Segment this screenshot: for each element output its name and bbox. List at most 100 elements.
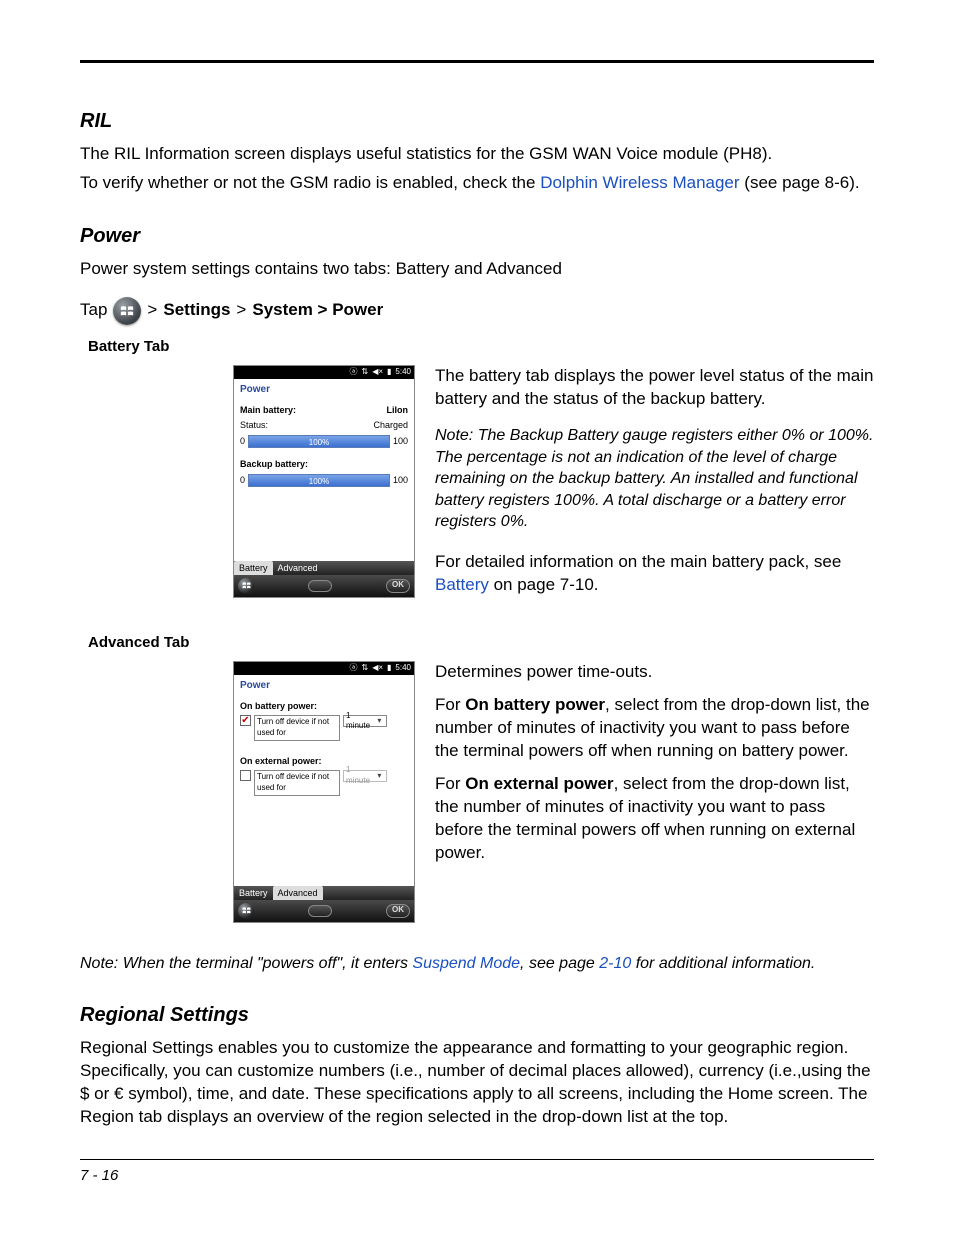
- text: For detailed information on the main bat…: [435, 552, 841, 571]
- advanced-desc-1: Determines power time-outs.: [435, 661, 874, 684]
- battery-desc-1: The battery tab displays the power level…: [435, 365, 874, 411]
- main-battery-progress: 0 100% 100: [240, 435, 408, 448]
- page-footer: 7 - 16: [80, 1159, 874, 1186]
- section-regional: Regional Settings Regional Settings enab…: [80, 1002, 874, 1129]
- checkbox-on-external[interactable]: [240, 770, 251, 781]
- note-body: The Backup Battery gauge registers eithe…: [435, 427, 873, 530]
- device-title: Power: [234, 675, 414, 697]
- text: on page 7-10.: [489, 575, 599, 594]
- keyboard-button[interactable]: [308, 580, 332, 592]
- power-intro: Power system settings contains two tabs:…: [80, 258, 874, 281]
- heading-regional: Regional Settings: [80, 1002, 874, 1029]
- select-value: 1 minute: [346, 711, 375, 733]
- sync-icon: ⇅: [361, 663, 368, 674]
- tab-advanced[interactable]: Advanced: [273, 886, 323, 900]
- select-on-external-timeout[interactable]: 1 minute▾: [343, 770, 387, 782]
- text-bold: On external power: [465, 774, 613, 793]
- device-tabs: Battery Advanced: [234, 561, 414, 575]
- start-button[interactable]: [238, 578, 254, 594]
- battery-icon: ▮: [387, 367, 391, 378]
- battery-note: Note: The Backup Battery gauge registers…: [435, 425, 874, 533]
- volume-mute-icon: ◀×: [372, 367, 383, 378]
- note-prefix: Note:: [80, 955, 118, 972]
- nav-tap: Tap: [80, 299, 107, 322]
- on-battery-label: On battery power:: [240, 700, 408, 712]
- row-advanced-tab: ⓐ ⇅ ◀× ▮ 5:40 Power On battery power: ✔ …: [80, 661, 874, 923]
- keyboard-indicator-icon: ⓐ: [349, 367, 357, 378]
- subhead-battery-tab: Battery Tab: [88, 337, 874, 357]
- keyboard-indicator-icon: ⓐ: [349, 663, 357, 674]
- section-ril: RIL The RIL Information screen displays …: [80, 108, 874, 195]
- status-value: Charged: [373, 419, 408, 431]
- status-time: 5:40: [395, 367, 411, 378]
- text-bold: On battery power: [465, 695, 605, 714]
- nav-gt1: >: [147, 299, 157, 322]
- text: To verify whether or not the GSM radio i…: [80, 173, 540, 192]
- progress-bar: 100%: [248, 435, 390, 448]
- backup-battery-label: Backup battery:: [240, 458, 408, 470]
- on-external-label: On external power:: [240, 755, 408, 767]
- ok-button[interactable]: OK: [386, 579, 410, 593]
- subhead-advanced-tab: Advanced Tab: [88, 633, 874, 653]
- battery-desc-2: For detailed information on the main bat…: [435, 551, 874, 597]
- main-battery-type: LiIon: [387, 404, 409, 416]
- screenshot-battery-tab: ⓐ ⇅ ◀× ▮ 5:40 Power Main battery: LiIon …: [233, 365, 415, 598]
- device-status-bar: ⓐ ⇅ ◀× ▮ 5:40: [234, 366, 414, 379]
- regional-body: Regional Settings enables you to customi…: [80, 1037, 874, 1129]
- chevron-down-icon: ▾: [375, 716, 384, 727]
- windows-start-icon: [113, 297, 141, 325]
- text: (see page 8-6).: [740, 173, 860, 192]
- progress-hundred: 100: [393, 474, 408, 486]
- progress-zero: 0: [240, 474, 245, 486]
- device-tabs: Battery Advanced: [234, 886, 414, 900]
- nav-path: Tap > Settings > System > Power: [80, 297, 874, 325]
- checkbox-label: Turn off device if not used for: [254, 715, 340, 741]
- suspend-note: Note: When the terminal "powers off", it…: [80, 953, 874, 975]
- section-power: Power Power system settings contains two…: [80, 223, 874, 975]
- device-title: Power: [234, 379, 414, 401]
- row-battery-tab: ⓐ ⇅ ◀× ▮ 5:40 Power Main battery: LiIon …: [80, 365, 874, 603]
- ril-paragraph-1: The RIL Information screen displays usef…: [80, 143, 874, 166]
- text: For: [435, 695, 465, 714]
- tab-battery[interactable]: Battery: [234, 886, 273, 900]
- nav-system-power: System > Power: [252, 299, 383, 322]
- status-time: 5:40: [395, 663, 411, 674]
- select-value: 1 minute: [346, 765, 375, 787]
- volume-mute-icon: ◀×: [372, 663, 383, 674]
- text: , see page: [520, 955, 599, 972]
- note-prefix: Note:: [435, 427, 473, 444]
- sync-icon: ⇅: [361, 367, 368, 378]
- link-suspend-mode[interactable]: Suspend Mode: [412, 955, 520, 972]
- ok-button[interactable]: OK: [386, 904, 410, 918]
- main-battery-label: Main battery:: [240, 404, 296, 416]
- battery-icon: ▮: [387, 663, 391, 674]
- nav-gt2: >: [236, 299, 246, 322]
- text: for additional information.: [631, 955, 815, 972]
- heading-power: Power: [80, 223, 874, 250]
- select-on-battery-timeout[interactable]: 1 minute▾: [343, 715, 387, 727]
- backup-battery-progress: 0 100% 100: [240, 474, 408, 487]
- device-bottom-bar: OK: [234, 575, 414, 597]
- link-battery[interactable]: Battery: [435, 575, 489, 594]
- advanced-desc-2: For On battery power, select from the dr…: [435, 694, 874, 763]
- screenshot-advanced-tab: ⓐ ⇅ ◀× ▮ 5:40 Power On battery power: ✔ …: [233, 661, 415, 923]
- chevron-down-icon: ▾: [375, 771, 384, 782]
- tab-advanced[interactable]: Advanced: [273, 561, 323, 575]
- link-dolphin-wireless-manager[interactable]: Dolphin Wireless Manager: [540, 173, 739, 192]
- checkbox-on-battery[interactable]: ✔: [240, 715, 251, 726]
- heading-ril: RIL: [80, 108, 874, 135]
- nav-settings: Settings: [163, 299, 230, 322]
- device-bottom-bar: OK: [234, 900, 414, 922]
- keyboard-button[interactable]: [308, 905, 332, 917]
- page-top-rule: [80, 60, 874, 63]
- progress-hundred: 100: [393, 435, 408, 447]
- checkbox-label: Turn off device if not used for: [254, 770, 340, 796]
- status-label: Status:: [240, 419, 268, 431]
- advanced-desc-3: For On external power, select from the d…: [435, 773, 874, 865]
- progress-bar: 100%: [248, 474, 390, 487]
- tab-battery[interactable]: Battery: [234, 561, 273, 575]
- start-button[interactable]: [238, 903, 254, 919]
- link-page-2-10[interactable]: 2-10: [599, 955, 631, 972]
- ril-paragraph-2: To verify whether or not the GSM radio i…: [80, 172, 874, 195]
- device-status-bar: ⓐ ⇅ ◀× ▮ 5:40: [234, 662, 414, 675]
